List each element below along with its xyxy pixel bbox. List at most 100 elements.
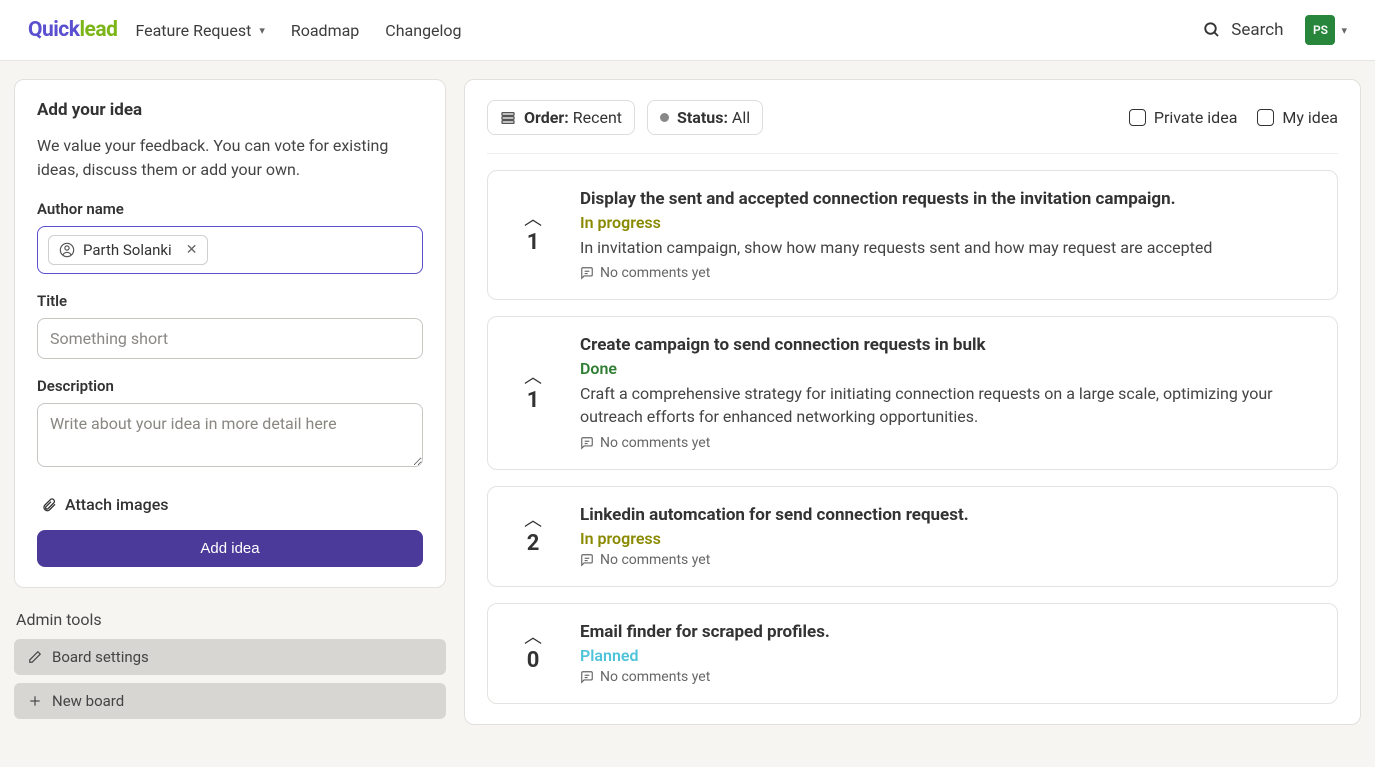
attach-label: Attach images — [65, 495, 169, 514]
title-input[interactable] — [37, 318, 423, 359]
search-label: Search — [1231, 20, 1283, 40]
idea-title: Email finder for scraped profiles. — [580, 622, 1317, 642]
checkbox-label: My idea — [1282, 108, 1338, 127]
paperclip-icon — [41, 497, 57, 513]
checkbox-icon — [1129, 109, 1146, 126]
order-value: Recent — [573, 108, 622, 127]
description-input[interactable] — [37, 403, 423, 467]
pencil-icon — [28, 650, 42, 664]
idea-body: Display the sent and accepted connection… — [580, 189, 1317, 281]
comments-text: No comments yet — [600, 552, 710, 568]
add-idea-intro: We value your feedback. You can vote for… — [37, 134, 423, 182]
author-name: Parth Solanki — [83, 241, 172, 259]
admin-tools-title: Admin tools — [16, 610, 446, 629]
nav-feature-request[interactable]: Feature Request ▾ — [135, 21, 264, 40]
ideas-list: ︿1Display the sent and accepted connecti… — [487, 170, 1338, 704]
private-idea-checkbox[interactable]: Private idea — [1129, 108, 1238, 127]
main: Add your idea We value your feedback. Yo… — [0, 61, 1375, 745]
user-icon — [59, 242, 75, 258]
chevron-down-icon: ▾ — [259, 24, 265, 37]
vote-count: 1 — [527, 388, 540, 413]
nav-roadmap[interactable]: Roadmap — [291, 21, 359, 40]
idea-status: In progress — [580, 529, 1317, 548]
vote-count: 2 — [527, 531, 540, 556]
chevron-up-icon: ︿ — [524, 215, 542, 224]
idea-comments[interactable]: No comments yet — [580, 435, 1317, 451]
filters-right: Private idea My idea — [1129, 108, 1338, 127]
idea-card[interactable]: ︿2Linkedin automcation for send connecti… — [487, 486, 1338, 587]
content: Order: Recent Status: All Private idea M… — [464, 79, 1361, 725]
new-board-button[interactable]: New board — [14, 683, 446, 719]
header: Quicklead Feature Request ▾ Roadmap Chan… — [0, 0, 1375, 61]
admin-label: New board — [52, 692, 124, 710]
idea-title: Display the sent and accepted connection… — [580, 189, 1317, 209]
comment-icon — [580, 436, 594, 450]
idea-body: Create campaign to send connection reque… — [580, 335, 1317, 450]
logo[interactable]: Quicklead — [28, 18, 117, 42]
author-label: Author name — [37, 200, 423, 218]
vote-button[interactable]: ︿1 — [508, 215, 558, 255]
add-idea-card: Add your idea We value your feedback. Yo… — [14, 79, 446, 588]
idea-comments[interactable]: No comments yet — [580, 552, 1317, 568]
author-chip: Parth Solanki ✕ — [48, 235, 208, 265]
comment-icon — [580, 670, 594, 684]
user-menu[interactable]: PS ▾ — [1305, 15, 1347, 45]
idea-title: Linkedin automcation for send connection… — [580, 505, 1317, 525]
my-idea-checkbox[interactable]: My idea — [1257, 108, 1338, 127]
idea-card[interactable]: ︿1Display the sent and accepted connecti… — [487, 170, 1338, 300]
nav: Feature Request ▾ Roadmap Changelog — [135, 21, 461, 40]
status-value: All — [732, 108, 750, 127]
list-icon — [500, 110, 516, 126]
chevron-up-icon: ︿ — [524, 633, 542, 642]
checkbox-icon — [1257, 109, 1274, 126]
idea-body: Email finder for scraped profiles.Planne… — [580, 622, 1317, 685]
checkbox-label: Private idea — [1154, 108, 1238, 127]
vote-button[interactable]: ︿1 — [508, 373, 558, 413]
author-input[interactable]: Parth Solanki ✕ — [37, 226, 423, 274]
comments-text: No comments yet — [600, 669, 710, 685]
title-label: Title — [37, 292, 423, 310]
vote-count: 1 — [527, 230, 540, 255]
sidebar: Add your idea We value your feedback. Yo… — [14, 79, 446, 727]
avatar: PS — [1305, 15, 1335, 45]
idea-comments[interactable]: No comments yet — [580, 265, 1317, 281]
idea-description: In invitation campaign, show how many re… — [580, 236, 1317, 259]
idea-description: Craft a comprehensive strategy for initi… — [580, 382, 1317, 428]
nav-label: Feature Request — [135, 21, 251, 40]
search-button[interactable]: Search — [1203, 20, 1283, 40]
chevron-up-icon: ︿ — [524, 516, 542, 525]
nav-label: Changelog — [385, 21, 461, 40]
comment-icon — [580, 266, 594, 280]
filters-bar: Order: Recent Status: All Private idea M… — [487, 100, 1338, 154]
idea-status: In progress — [580, 213, 1317, 232]
nav-changelog[interactable]: Changelog — [385, 21, 461, 40]
search-icon — [1203, 21, 1221, 39]
status-filter[interactable]: Status: All — [647, 100, 763, 135]
add-idea-button[interactable]: Add idea — [37, 530, 423, 567]
add-idea-title: Add your idea — [37, 100, 423, 120]
idea-body: Linkedin automcation for send connection… — [580, 505, 1317, 568]
nav-label: Roadmap — [291, 21, 359, 40]
board-settings-button[interactable]: Board settings — [14, 639, 446, 675]
comments-text: No comments yet — [600, 435, 710, 451]
comments-text: No comments yet — [600, 265, 710, 281]
plus-icon — [28, 694, 42, 708]
attach-images-button[interactable]: Attach images — [41, 495, 423, 514]
idea-status: Done — [580, 359, 1317, 378]
remove-author-icon[interactable]: ✕ — [186, 242, 198, 258]
idea-title: Create campaign to send connection reque… — [580, 335, 1317, 355]
description-label: Description — [37, 377, 423, 395]
status-label: Status: — [677, 108, 728, 127]
logo-part-quick: Quick — [28, 18, 79, 42]
idea-card[interactable]: ︿0Email finder for scraped profiles.Plan… — [487, 603, 1338, 704]
order-filter[interactable]: Order: Recent — [487, 100, 635, 135]
comment-icon — [580, 553, 594, 567]
status-dot-icon — [660, 113, 669, 122]
vote-button[interactable]: ︿2 — [508, 516, 558, 556]
vote-button[interactable]: ︿0 — [508, 633, 558, 673]
vote-count: 0 — [527, 648, 540, 673]
idea-comments[interactable]: No comments yet — [580, 669, 1317, 685]
chevron-down-icon: ▾ — [1341, 24, 1347, 37]
admin-label: Board settings — [52, 648, 149, 666]
idea-card[interactable]: ︿1 Create campaign to send connection req… — [487, 316, 1338, 469]
